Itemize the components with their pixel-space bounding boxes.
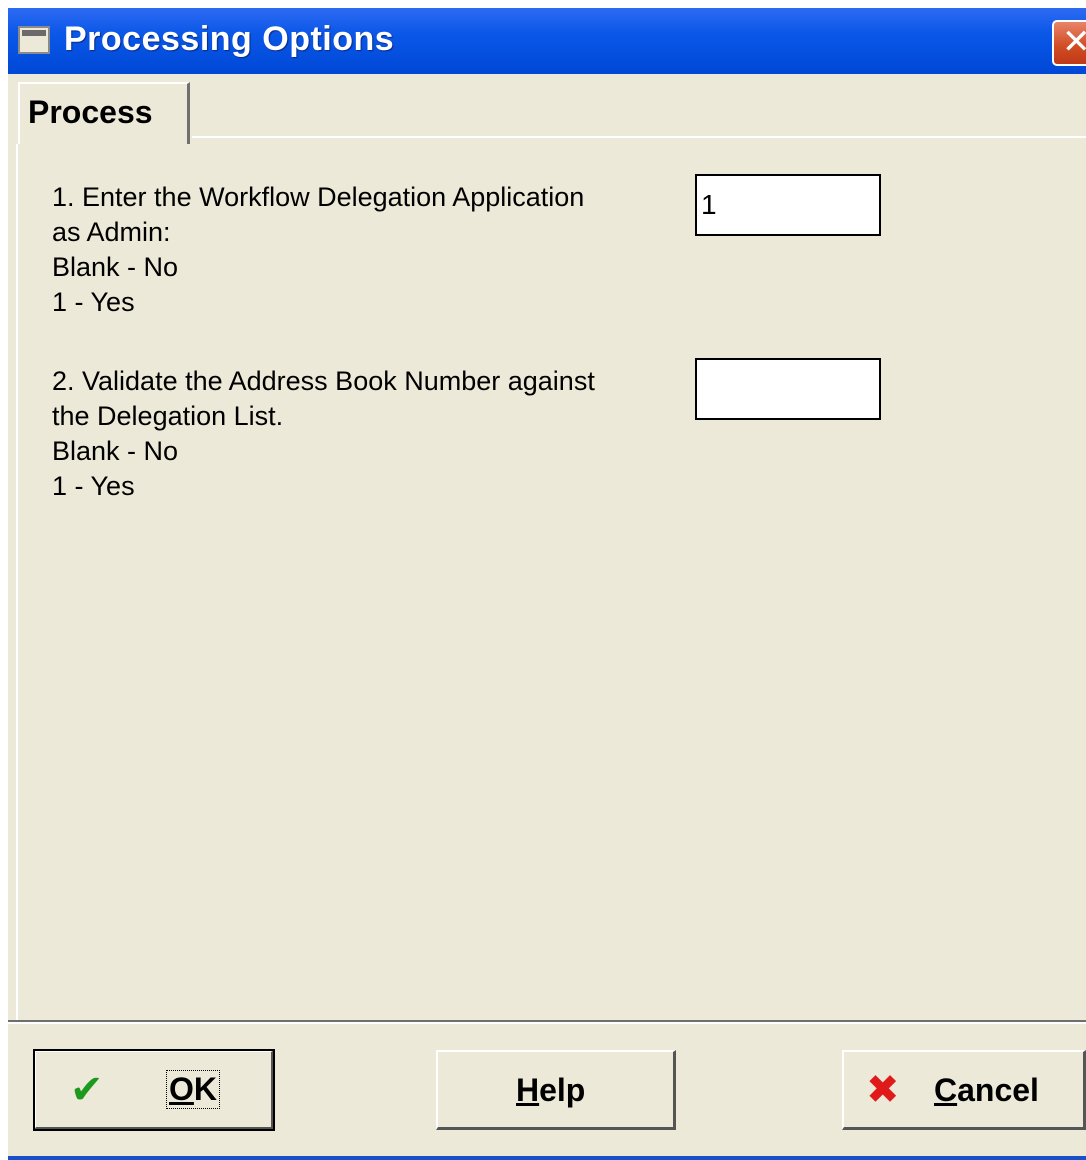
checkmark-icon: ✔	[70, 1067, 104, 1113]
title-bar[interactable]: Processing Options ✕	[8, 8, 1086, 74]
close-button[interactable]: ✕	[1052, 20, 1086, 66]
option-2-line-4: 1 - Yes	[52, 471, 135, 501]
option-2-line-1: 2. Validate the Address Book Number agai…	[52, 366, 595, 396]
window-title: Processing Options	[64, 20, 395, 58]
option-2-line-3: Blank - No	[52, 436, 179, 466]
cancel-button-label: Cancel	[934, 1072, 1039, 1108]
option-1-line-4: 1 - Yes	[52, 287, 135, 317]
option-1-line-3: Blank - No	[52, 252, 179, 282]
button-area-separator-highlight	[8, 1022, 1086, 1024]
processing-options-dialog: Processing Options ✕ Process 1. Enter th…	[8, 8, 1086, 1160]
option-1-label: 1. Enter the Workflow Delegation Applica…	[52, 180, 584, 320]
option-1-line-2: as Admin:	[52, 217, 171, 247]
option-2-label: 2. Validate the Address Book Number agai…	[52, 364, 595, 504]
tab-strip-divider	[192, 136, 1086, 138]
option-1-input[interactable]	[695, 174, 881, 236]
ok-button[interactable]: ✔ OK	[33, 1049, 275, 1131]
window-bottom-border	[8, 1156, 1086, 1160]
help-button[interactable]: Help	[436, 1050, 676, 1130]
ok-button-label: OK	[166, 1070, 220, 1109]
close-icon: ✕	[1062, 22, 1086, 62]
tab-process-label: Process	[28, 94, 153, 130]
red-x-icon: ✖	[866, 1067, 900, 1113]
cancel-button[interactable]: ✖ Cancel	[842, 1050, 1086, 1130]
help-button-label: Help	[516, 1072, 586, 1108]
window-icon	[18, 26, 50, 54]
tab-panel-edge	[16, 144, 18, 1024]
option-2-input[interactable]	[695, 358, 881, 420]
option-1-line-1: 1. Enter the Workflow Delegation Applica…	[52, 182, 585, 212]
option-2-line-2: the Delegation List.	[52, 401, 284, 431]
